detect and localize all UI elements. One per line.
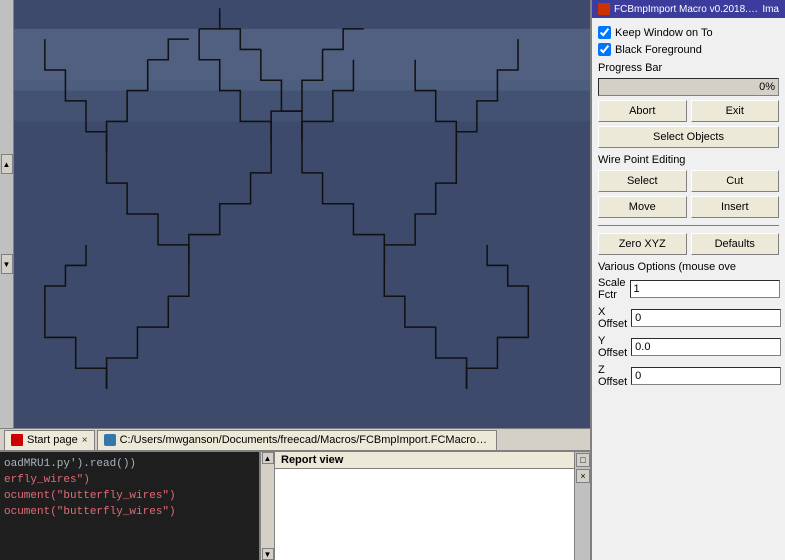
scroll-down-button[interactable]: ▼ [1, 254, 13, 274]
report-panel: Report view [274, 452, 574, 560]
y-offset-label: Y Offset [598, 335, 627, 359]
bottom-tab-bar: Start page × C:/Users/mwganson/Documents… [0, 428, 590, 450]
black-fg-row: Black Foreground [598, 43, 779, 56]
select-cut-row: Select Cut [598, 170, 779, 192]
dialog-ima-label: Ima [762, 4, 779, 15]
x-offset-label: X Offset [598, 306, 627, 330]
dialog-title-bar: FCBmpImport Macro v0.2018.06. Ima [592, 0, 785, 18]
fc-tab-icon [11, 434, 23, 446]
code-line-2: erfly_wires") [4, 472, 255, 488]
black-fg-label: Black Foreground [615, 44, 702, 56]
minimize-bottom-button[interactable]: □ [576, 453, 590, 467]
progress-percent: 0% [759, 81, 775, 93]
defaults-button[interactable]: Defaults [691, 233, 780, 255]
progress-row: 0% [598, 78, 779, 96]
code-line-4: ocument("butterfly_wires") [4, 504, 255, 520]
scroll-up-button[interactable]: ▲ [1, 154, 13, 174]
code-line-1: oadMRU1.py').read()) [4, 456, 255, 472]
scrollbar-up[interactable]: ▲ [262, 452, 274, 464]
dialog-icon [598, 3, 610, 15]
progress-bar: 0% [598, 78, 779, 96]
main-container: ▲ ▼ [0, 0, 785, 560]
z-offset-label: Z Offset [598, 364, 627, 388]
code-panel: oadMRU1.py').read()) erfly_wires") ocume… [0, 452, 260, 560]
report-content [275, 469, 574, 560]
code-scrollbar[interactable]: ▲ ▼ [260, 452, 274, 560]
y-offset-input[interactable] [631, 338, 781, 356]
wire-point-label: Wire Point Editing [598, 154, 779, 166]
select-button[interactable]: Select [598, 170, 687, 192]
move-button[interactable]: Move [598, 196, 687, 218]
move-insert-row: Move Insert [598, 196, 779, 218]
zero-xyz-button[interactable]: Zero XYZ [598, 233, 687, 255]
keep-window-checkbox[interactable] [598, 26, 611, 39]
select-objects-button[interactable]: Select Objects [598, 126, 779, 148]
scale-fctr-row: Scale Fctr [598, 277, 779, 301]
divider-1 [598, 225, 779, 226]
scrollbar-down[interactable]: ▼ [262, 548, 274, 560]
left-nav-panel: ▲ ▼ [0, 0, 14, 428]
canvas-viewport [14, 0, 590, 428]
various-options-label: Various Options (mouse ove [598, 261, 779, 273]
tab-editor-label: C:/Users/mwganson/Documents/freecad/Macr… [120, 434, 490, 446]
canvas-area: ▲ ▼ [0, 0, 590, 560]
zero-defaults-row: Zero XYZ Defaults [598, 233, 779, 255]
bottom-pane: oadMRU1.py').read()) erfly_wires") ocume… [0, 450, 590, 560]
close-bottom-button[interactable]: × [576, 469, 590, 483]
x-offset-row: X Offset [598, 306, 779, 330]
bottom-panel-controls: □ × [574, 452, 590, 560]
scale-fctr-input[interactable] [630, 280, 780, 298]
tab-start-page-label: Start page [27, 434, 78, 446]
y-offset-row: Y Offset [598, 335, 779, 359]
dialog-title-text: FCBmpImport Macro v0.2018.06. [614, 4, 758, 15]
cut-button[interactable]: Cut [691, 170, 780, 192]
py-tab-icon [104, 434, 116, 446]
x-offset-input[interactable] [631, 309, 781, 327]
report-header-label: Report view [275, 452, 574, 469]
macro-dialog: FCBmpImport Macro v0.2018.06. Ima Keep W… [590, 0, 785, 560]
code-line-3: ocument("butterfly_wires") [4, 488, 255, 504]
z-offset-row: Z Offset [598, 364, 779, 388]
abort-button[interactable]: Abort [598, 100, 687, 122]
exit-button[interactable]: Exit [691, 100, 780, 122]
insert-button[interactable]: Insert [691, 196, 780, 218]
tab-editor[interactable]: C:/Users/mwganson/Documents/freecad/Macr… [97, 430, 497, 450]
z-offset-input[interactable] [631, 367, 781, 385]
canvas-svg [14, 0, 590, 428]
keep-window-row: Keep Window on To [598, 26, 779, 39]
abort-exit-row: Abort Exit [598, 100, 779, 122]
tab-start-page-close[interactable]: × [82, 435, 88, 446]
tab-start-page[interactable]: Start page × [4, 430, 95, 450]
black-fg-checkbox[interactable] [598, 43, 611, 56]
keep-window-label: Keep Window on To [615, 27, 713, 39]
scale-fctr-label: Scale Fctr [598, 277, 626, 301]
progress-section-label: Progress Bar [598, 62, 779, 74]
